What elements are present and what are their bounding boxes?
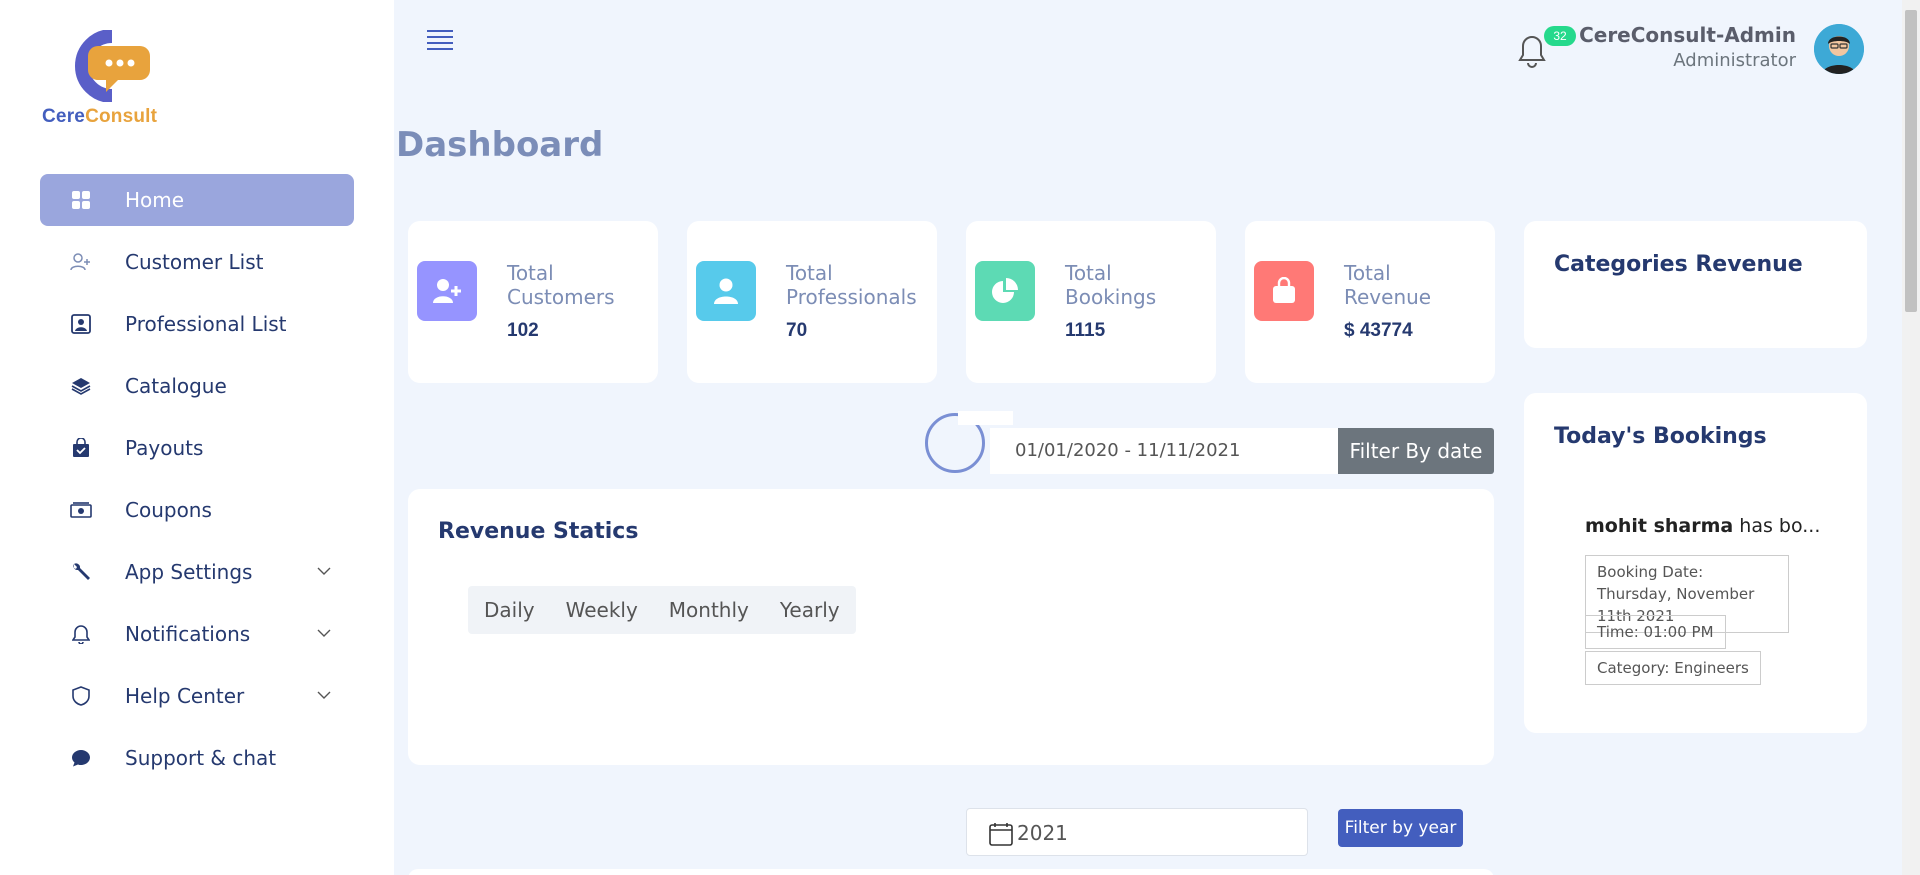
card-title: Revenue Statics: [438, 519, 639, 544]
sidebar-item-catalogue[interactable]: Catalogue: [40, 360, 354, 412]
chevron-down-icon: [317, 567, 331, 575]
cash-icon: [70, 499, 92, 521]
sidebar-item-coupons[interactable]: Coupons: [40, 484, 354, 536]
stat-card-professionals: Total Professionals 70: [687, 221, 937, 383]
avatar[interactable]: [1814, 24, 1864, 74]
tab-yearly[interactable]: Yearly: [780, 598, 840, 622]
user-plus-icon: [70, 251, 92, 273]
stack-icon: [70, 375, 92, 397]
user-plus-icon: [417, 261, 477, 321]
scrollbar-thumb[interactable]: [1905, 10, 1917, 312]
sidebar-item-label: Home: [125, 188, 185, 212]
stat-label: Total Customers: [507, 261, 615, 309]
grid-icon: [70, 189, 92, 211]
stat-card-bookings: Total Bookings 1115: [966, 221, 1216, 383]
brand-name: CereConsult: [42, 106, 158, 127]
logo-mark-icon: [75, 30, 150, 102]
bell-icon: [70, 623, 92, 645]
filter-by-date-button[interactable]: Filter By date: [1338, 428, 1494, 474]
card-title: Today's Bookings: [1554, 424, 1767, 449]
sidebar-item-label: Catalogue: [125, 374, 227, 398]
sidebar-item-home[interactable]: Home: [40, 174, 354, 226]
sidebar-item-label: App Settings: [125, 560, 253, 584]
sidebar-item-label: Payouts: [125, 436, 204, 460]
sidebar-item-payouts[interactable]: Payouts: [40, 422, 354, 474]
user-icon: [696, 261, 756, 321]
wrench-icon: [70, 561, 92, 583]
revenue-period-tabs: Daily Weekly Monthly Yearly: [468, 586, 856, 634]
year-input[interactable]: 2021: [966, 808, 1308, 856]
chevron-down-icon: [317, 691, 331, 699]
stat-value: 102: [507, 320, 539, 341]
bag-check-icon: [70, 437, 92, 459]
tab-daily[interactable]: Daily: [484, 598, 535, 622]
stat-label: Total Bookings: [1065, 261, 1157, 309]
date-range-input[interactable]: 01/01/2020 - 11/11/2021: [990, 428, 1338, 474]
menu-toggle-icon[interactable]: [426, 28, 454, 52]
card-title: Categories Revenue: [1554, 252, 1803, 277]
sidebar-item-label: Notifications: [125, 622, 251, 646]
shopping-bag-icon: [1254, 261, 1314, 321]
booking-summary-text: has bo...: [1733, 515, 1821, 537]
todays-bookings-card: Today's Bookings mohit sharma has bo... …: [1524, 393, 1867, 733]
tab-weekly[interactable]: Weekly: [566, 598, 638, 622]
user-name[interactable]: CereConsult-Admin: [1579, 23, 1796, 47]
categories-revenue-card: Categories Revenue: [1524, 221, 1867, 348]
booking-summary[interactable]: mohit sharma has bo...: [1585, 515, 1820, 537]
sidebar-menu: Home Customer List Professional List Cat…: [40, 174, 354, 794]
stat-value: $ 43774: [1344, 320, 1413, 341]
shield-icon: [70, 685, 92, 707]
sidebar-item-label: Help Center: [125, 684, 245, 708]
booking-time-tag: Time: 01:00 PM: [1585, 615, 1726, 649]
sidebar-item-support-chat[interactable]: Support & chat: [40, 732, 354, 784]
stat-label: Total Professionals: [786, 261, 917, 309]
stat-value: 70: [786, 320, 808, 341]
calendar-icon: [989, 823, 1013, 846]
sidebar: CereConsult Home Customer List Professio…: [0, 0, 394, 875]
stat-label: Total Revenue: [1344, 261, 1432, 309]
revenue-statics-card: Revenue Statics Daily Weekly Monthly Yea…: [408, 489, 1494, 765]
pie-chart-icon: [975, 261, 1035, 321]
stat-value: 1115: [1065, 320, 1106, 341]
filter-by-year-button[interactable]: Filter by year: [1338, 809, 1463, 847]
booking-category-tag: Category: Engineers: [1585, 651, 1761, 685]
chart-card: [408, 869, 1494, 875]
sidebar-item-professional-list[interactable]: Professional List: [40, 298, 354, 350]
person-badge-icon: [70, 313, 92, 335]
spinner-mask: [958, 411, 1013, 425]
chat-icon: [70, 747, 92, 769]
sidebar-item-notifications[interactable]: Notifications: [40, 608, 354, 660]
stat-card-customers: Total Customers 102: [408, 221, 658, 383]
tab-monthly[interactable]: Monthly: [669, 598, 749, 622]
stat-card-revenue: Total Revenue $ 43774: [1245, 221, 1495, 383]
year-value: 2021: [1017, 821, 1068, 845]
sidebar-item-label: Customer List: [125, 250, 264, 274]
sidebar-item-label: Support & chat: [125, 746, 277, 770]
sidebar-item-help-center[interactable]: Help Center: [40, 670, 354, 722]
page-title: Dashboard: [396, 125, 604, 165]
sidebar-item-label: Professional List: [125, 312, 287, 336]
booking-customer-name: mohit sharma: [1585, 515, 1734, 537]
brand-logo[interactable]: CereConsult: [42, 30, 172, 130]
sidebar-item-customer-list[interactable]: Customer List: [40, 236, 354, 288]
sidebar-item-app-settings[interactable]: App Settings: [40, 546, 354, 598]
sidebar-item-label: Coupons: [125, 498, 212, 522]
chevron-down-icon: [317, 629, 331, 637]
notification-count-badge: 32: [1544, 26, 1576, 46]
notification-bell-icon[interactable]: [1517, 34, 1547, 68]
user-role: Administrator: [1673, 50, 1796, 71]
